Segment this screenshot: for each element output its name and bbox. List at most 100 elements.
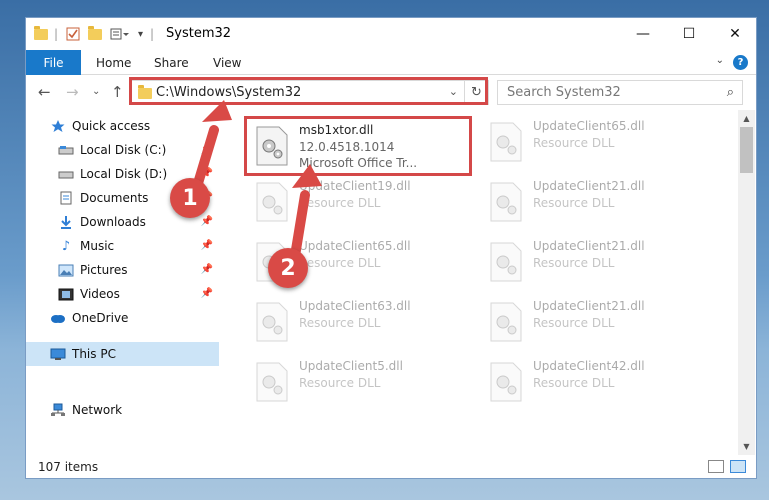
help-icon[interactable]: ? xyxy=(733,55,748,70)
file-name: UpdateClient42.dll xyxy=(533,359,645,373)
step-1-badge: 1 xyxy=(170,178,210,218)
download-icon xyxy=(58,215,74,229)
file-item[interactable]: UpdateClient19.dll Resource DLL xyxy=(247,174,477,230)
pin-icon[interactable]: 📌 xyxy=(201,144,213,155)
file-description: Resource DLL xyxy=(533,256,615,270)
sidebar-item-label: Local Disk (D:) xyxy=(80,167,168,181)
dll-gear-icon xyxy=(490,242,522,282)
expand-ribbon-icon[interactable]: ⌄ xyxy=(716,55,724,66)
file-name: UpdateClient21.dll xyxy=(533,299,645,313)
tab-share[interactable]: Share xyxy=(154,56,189,70)
pin-icon[interactable]: 📌 xyxy=(201,264,213,275)
scroll-down-icon[interactable]: ▼ xyxy=(738,438,755,455)
file-item[interactable]: UpdateClient21.dll Resource DLL xyxy=(481,294,711,350)
pin-icon[interactable]: 📌 xyxy=(201,168,213,179)
cloud-icon xyxy=(50,311,66,325)
file-description: Resource DLL xyxy=(299,196,381,210)
file-name: UpdateClient19.dll xyxy=(299,179,411,193)
sidebar-item-label: OneDrive xyxy=(72,311,129,325)
close-button[interactable]: ✕ xyxy=(712,18,756,50)
title-bar: | ▾ | System32 — ☐ ✕ xyxy=(26,18,756,50)
explorer-window: | ▾ | System32 — ☐ ✕ File Home Share Vie… xyxy=(25,17,757,479)
new-folder-icon[interactable] xyxy=(88,25,102,43)
dll-gear-icon xyxy=(490,362,522,402)
dll-gear-icon xyxy=(256,362,288,402)
search-placeholder: Search System32 xyxy=(507,85,621,100)
qa-dropdown-icon[interactable]: ▾ xyxy=(138,25,143,43)
file-name: UpdateClient21.dll xyxy=(533,239,645,253)
pin-icon[interactable]: 📌 xyxy=(201,288,213,299)
address-highlight-box xyxy=(129,77,488,105)
network-icon xyxy=(50,403,66,417)
documents-icon xyxy=(58,191,74,205)
sidebar-item-this-pc[interactable]: This PC xyxy=(26,342,219,366)
large-icons-view-icon[interactable] xyxy=(730,460,746,473)
recent-locations-icon[interactable]: ⌄ xyxy=(92,86,100,97)
sidebar-item-music[interactable]: ♪ Music 📌 xyxy=(26,234,219,258)
file-name: UpdateClient63.dll xyxy=(299,299,411,313)
file-description: Resource DLL xyxy=(533,316,615,330)
sidebar-item-label: Pictures xyxy=(80,263,128,277)
file-description: Resource DLL xyxy=(299,376,381,390)
customize-icon[interactable] xyxy=(110,25,130,43)
separator: | xyxy=(54,27,59,41)
dll-gear-icon xyxy=(490,182,522,222)
videos-icon xyxy=(58,287,74,301)
step-2-badge: 2 xyxy=(268,248,308,288)
sidebar-item-label: Videos xyxy=(80,287,120,301)
minimize-button[interactable]: — xyxy=(620,18,666,50)
status-bar: 107 items xyxy=(26,455,756,478)
window-title: System32 xyxy=(166,26,232,41)
drive-icon xyxy=(58,143,74,157)
sidebar-item-label: Documents xyxy=(80,191,149,205)
navigation-pane: Quick access Local Disk (C:) 📌 Local Dis… xyxy=(26,110,219,455)
up-arrow-icon[interactable]: ↑ xyxy=(111,83,124,101)
search-icon: ⌕ xyxy=(726,85,734,100)
dll-gear-icon xyxy=(256,182,288,222)
file-item[interactable]: UpdateClient21.dll Resource DLL xyxy=(481,174,711,230)
tab-view[interactable]: View xyxy=(213,56,241,70)
details-view-icon[interactable] xyxy=(708,460,724,473)
search-input[interactable]: Search System32 ⌕ xyxy=(497,80,743,105)
sidebar-item-label: Local Disk (C:) xyxy=(80,143,167,157)
file-description: Resource DLL xyxy=(533,136,615,150)
maximize-button[interactable]: ☐ xyxy=(666,18,712,50)
file-item[interactable]: UpdateClient63.dll Resource DLL xyxy=(247,294,477,350)
sidebar-item-label: Quick access xyxy=(72,119,151,133)
dll-gear-icon xyxy=(490,122,522,162)
file-description: Resource DLL xyxy=(299,256,381,270)
tab-home[interactable]: Home xyxy=(96,56,131,70)
file-item[interactable]: UpdateClient65.dll Resource DLL xyxy=(481,114,711,170)
scroll-thumb[interactable] xyxy=(740,127,753,173)
sidebar-item-videos[interactable]: Videos 📌 xyxy=(26,282,219,306)
sidebar-item-quick-access[interactable]: Quick access xyxy=(26,114,219,138)
sidebar-item-pictures[interactable]: Pictures 📌 xyxy=(26,258,219,282)
sidebar-item-onedrive[interactable]: OneDrive xyxy=(26,306,219,330)
file-description: Resource DLL xyxy=(533,196,615,210)
scroll-up-icon[interactable]: ▲ xyxy=(738,110,755,127)
properties-icon[interactable] xyxy=(66,25,80,43)
drive-icon xyxy=(58,167,74,181)
star-icon xyxy=(50,119,66,133)
file-highlight-box xyxy=(244,116,472,176)
file-name: UpdateClient21.dll xyxy=(533,179,645,193)
separator: | xyxy=(150,27,155,41)
file-description: Resource DLL xyxy=(299,316,381,330)
forward-arrow-icon[interactable]: → xyxy=(66,83,79,101)
vertical-scrollbar[interactable]: ▲ ▼ xyxy=(738,110,755,455)
sidebar-item-network[interactable]: Network xyxy=(26,398,219,422)
pin-icon[interactable]: 📌 xyxy=(201,216,213,227)
tab-file[interactable]: File xyxy=(26,50,81,75)
sidebar-item-local-disk-c[interactable]: Local Disk (C:) 📌 xyxy=(26,138,219,162)
folder-icon[interactable] xyxy=(34,25,48,43)
file-item[interactable]: UpdateClient21.dll Resource DLL xyxy=(481,234,711,290)
file-item[interactable]: UpdateClient5.dll Resource DLL xyxy=(247,354,477,410)
sidebar-item-label: Network xyxy=(72,403,123,417)
sidebar-item-label: This PC xyxy=(72,347,116,361)
pin-icon[interactable]: 📌 xyxy=(201,240,213,251)
back-arrow-icon[interactable]: ← xyxy=(38,83,51,101)
dll-gear-icon xyxy=(256,302,288,342)
sidebar-item-label: Music xyxy=(80,239,115,253)
sidebar-item-label: Downloads xyxy=(80,215,146,229)
file-item[interactable]: UpdateClient42.dll Resource DLL xyxy=(481,354,711,410)
